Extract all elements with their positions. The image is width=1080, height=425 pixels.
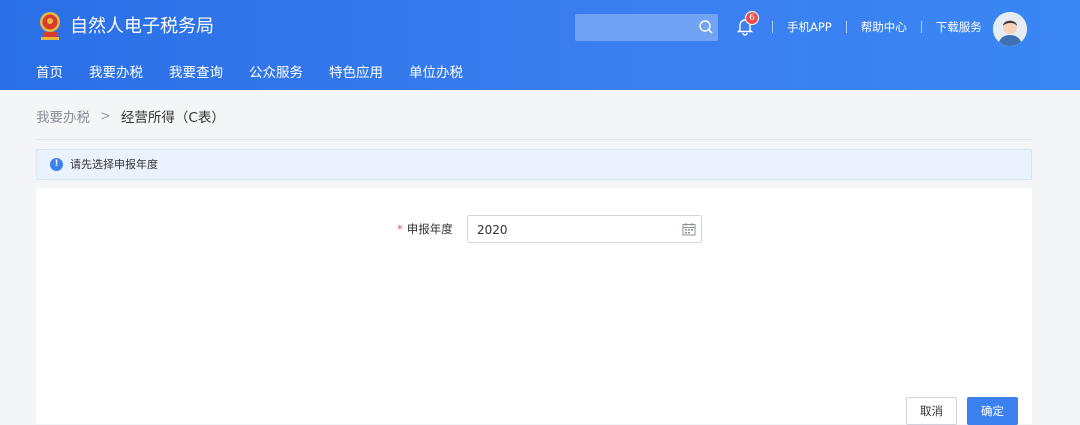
breadcrumb: 我要办税 > 经营所得（C表）: [36, 106, 225, 127]
search-icon[interactable]: [698, 19, 714, 35]
year-picker-input[interactable]: 2020: [467, 215, 702, 243]
required-mark: *: [397, 222, 403, 236]
site-title[interactable]: 自然人电子税务局: [70, 15, 214, 39]
nav-featured-apps[interactable]: 特色应用: [329, 62, 383, 84]
calendar-icon[interactable]: [682, 222, 696, 236]
nav-query[interactable]: 我要查询: [169, 62, 223, 84]
alert-message: 请先选择申报年度: [70, 158, 158, 171]
nav-home[interactable]: 首页: [36, 62, 63, 84]
help-center-link[interactable]: 帮助中心: [861, 19, 907, 35]
top-links: 手机APP 帮助中心 下载服务: [772, 19, 982, 35]
search-input[interactable]: [575, 14, 718, 41]
user-avatar[interactable]: [993, 12, 1027, 46]
mobile-app-link[interactable]: 手机APP: [787, 19, 832, 35]
breadcrumb-parent[interactable]: 我要办税: [36, 106, 90, 126]
year-value: 2020: [477, 223, 508, 237]
tax-bureau-logo-icon[interactable]: [36, 10, 64, 44]
info-alert: ! 请先选择申报年度: [36, 149, 1032, 180]
nav-do-tax[interactable]: 我要办税: [89, 62, 143, 84]
top-header: 自然人电子税务局 6 手机APP 帮助中心 下载服务 首页 我要办税 我要查询 …: [0, 0, 1080, 90]
notification-badge: 6: [745, 11, 759, 25]
cancel-button[interactable]: 取消: [906, 397, 957, 425]
nav-public-service[interactable]: 公众服务: [249, 62, 303, 84]
year-label-text: 申报年度: [406, 222, 453, 236]
breadcrumb-current: 经营所得（C表）: [120, 110, 225, 126]
confirm-button[interactable]: 确定: [967, 397, 1018, 425]
nav-unit-tax[interactable]: 单位办税: [409, 62, 463, 84]
link-separator: [845, 21, 847, 33]
link-separator: [772, 21, 773, 33]
divider: [36, 139, 1032, 140]
chevron-right-icon: >: [100, 108, 111, 124]
link-separator: [920, 21, 922, 33]
info-icon: !: [50, 158, 63, 171]
download-service-link[interactable]: 下载服务: [936, 19, 982, 35]
main-nav: 首页 我要办税 我要查询 公众服务 特色应用 单位办税: [36, 62, 489, 84]
year-field-label: * 申报年度: [397, 221, 453, 237]
